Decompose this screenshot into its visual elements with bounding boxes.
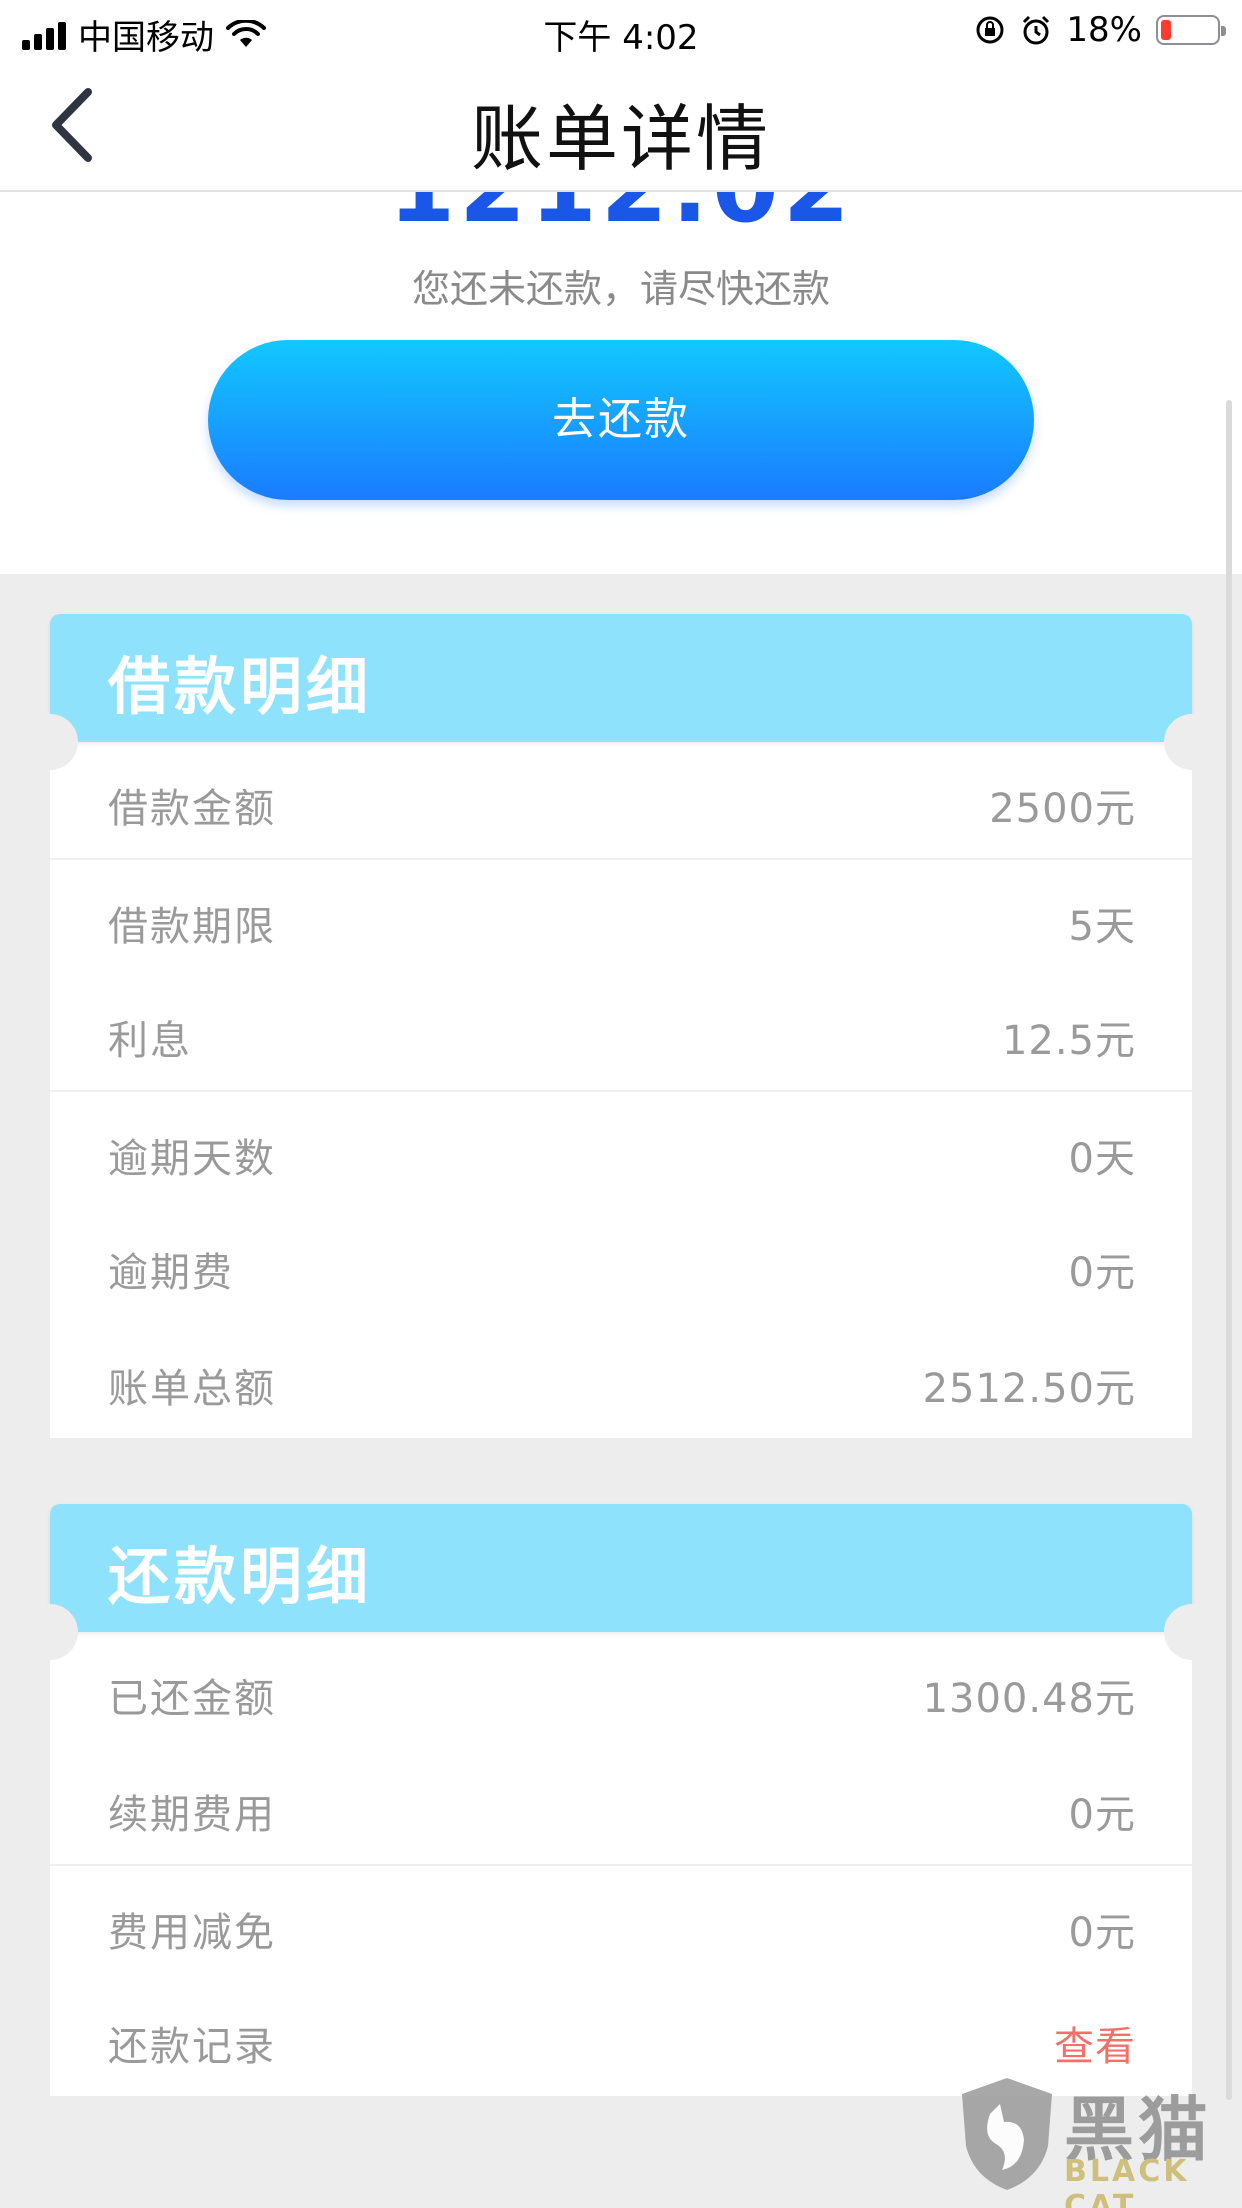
scrollbar[interactable]: [1226, 400, 1232, 2100]
row-value: 12.5元: [1001, 1018, 1136, 1064]
watermark-sub: BLACK CAT: [1064, 2154, 1190, 2208]
status-right: 18%: [974, 10, 1226, 50]
list-item-interest: 利息 12.5元: [50, 974, 1192, 1090]
list-item-overdue-fee: 逾期费 0元: [50, 1206, 1192, 1322]
battery-fill: [1161, 20, 1171, 40]
battery-icon: [1156, 15, 1226, 45]
row-label: 借款金额: [108, 786, 276, 832]
bill-detail-screen: 中国移动 下午 4:02 18% 账单详情 您还未还款，请尽快还款 去还款 借款…: [0, 0, 1242, 2208]
row-value: 1300.48元: [922, 1676, 1136, 1722]
repay-button[interactable]: 去还款: [208, 340, 1034, 500]
repay-details-title: 还款明细: [108, 1540, 373, 1613]
loan-details-card: 借款明细 借款金额 2500元 借款期限 5天 利息 12.5元 逾期天数 0天…: [22, 614, 1220, 1438]
due-amount: 1212.02: [0, 192, 1242, 244]
row-value: 0天: [1068, 1136, 1136, 1182]
row-label: 费用减免: [108, 1910, 276, 1956]
nav-bar: 账单详情: [0, 62, 1242, 192]
loan-details-body: 借款金额 2500元 借款期限 5天 利息 12.5元 逾期天数 0天 逾期费 …: [50, 742, 1192, 1438]
loan-details-title: 借款明细: [108, 650, 373, 723]
row-label: 利息: [108, 1018, 192, 1064]
row-value: 2512.50元: [922, 1366, 1136, 1412]
row-label: 逾期费: [108, 1250, 234, 1296]
row-label: 逾期天数: [108, 1136, 276, 1182]
row-label: 借款期限: [108, 904, 276, 950]
repay-hint: 您还未还款，请尽快还款: [411, 267, 830, 311]
repay-details-body: 已还金额 1300.48元 续期费用 0元 费用减免 0元 还款记录 查看: [50, 1632, 1192, 2096]
row-value: 0元: [1068, 1250, 1136, 1296]
list-item-bill-total: 账单总额 2512.50元: [50, 1322, 1192, 1438]
row-label: 账单总额: [108, 1366, 276, 1412]
repay-details-card: 还款明细 已还金额 1300.48元 续期费用 0元 费用减免 0元 还款记录 …: [22, 1504, 1220, 2096]
row-label: 续期费用: [108, 1792, 276, 1838]
view-record-link[interactable]: 查看: [1054, 2014, 1136, 2072]
list-item-renewal-fee: 续期费用 0元: [50, 1748, 1192, 1864]
watermark-logo: 黑猫 BLACK CAT: [952, 2074, 1222, 2208]
page-title: 账单详情: [470, 97, 771, 181]
loan-details-header: 借款明细: [22, 614, 1220, 770]
row-value: 0元: [1068, 1910, 1136, 1956]
list-item-loan-amount: 借款金额 2500元: [50, 742, 1192, 858]
list-item-fee-waiver: 费用减免 0元: [50, 1864, 1192, 1980]
row-label: 还款记录: [108, 2024, 276, 2070]
list-item-repaid-amount: 已还金额 1300.48元: [50, 1632, 1192, 1748]
repay-details-header: 还款明细: [22, 1504, 1220, 1660]
rotation-lock-icon: [976, 16, 1004, 44]
alarm-icon: [1023, 15, 1050, 45]
list-item-loan-term: 借款期限 5天: [50, 858, 1192, 974]
battery-percent: 18%: [1066, 10, 1142, 50]
row-value: 0元: [1068, 1792, 1136, 1838]
cat-shield-icon: [962, 2078, 1052, 2190]
status-bar: 中国移动 下午 4:02 18%: [0, 0, 1242, 62]
list-item-overdue-days: 逾期天数 0天: [50, 1090, 1192, 1206]
row-value: 5天: [1068, 904, 1136, 950]
row-label: 已还金额: [108, 1676, 276, 1722]
bill-summary: 1212.02 您还未还款，请尽快还款 去还款: [0, 192, 1242, 574]
row-value: 2500元: [989, 786, 1136, 832]
